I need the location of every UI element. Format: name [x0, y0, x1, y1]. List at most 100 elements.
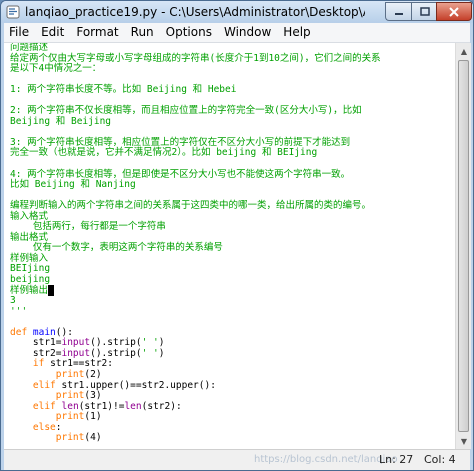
code-token: 4: 两个字符串长度相等，但是即使是不区分大小写也不能使这两个字符串一致。: [10, 168, 351, 180]
maximize-button[interactable]: [411, 2, 437, 21]
scroll-up-button[interactable]: ▲: [457, 43, 471, 59]
minimize-icon: [395, 12, 403, 15]
scroll-down-button[interactable]: ▼: [457, 433, 471, 449]
maximize-icon: [419, 7, 430, 16]
code-token: 2: 两个字符串不仅长度相等，而且相应位置上的字符完全一致(区分大小写)，比如: [10, 105, 362, 117]
code-token: (1): [84, 411, 102, 423]
code-token: len: [61, 400, 79, 412]
code-token: 包括两行，每行都是一个字符串: [10, 221, 166, 233]
menu-format[interactable]: Format: [71, 23, 123, 42]
menu-help[interactable]: Help: [278, 23, 315, 42]
code-token: (2): [84, 368, 102, 380]
code-token: 仅有一个数字，表明这两个字符串的关系编号: [10, 242, 223, 254]
code-token: 3: [10, 295, 16, 307]
code-token: ().strip(: [90, 347, 142, 359]
code-line: 完全一致（也就是说，它并不满足情况2）。比如 beijing 和 BEIjing: [10, 148, 450, 159]
idle-window: lanqiao_practice19.py - C:\Users\Adminis…: [0, 0, 474, 471]
menu-file[interactable]: File: [4, 23, 34, 42]
code-line: 仅有一个数字，表明这两个字符串的关系编号: [10, 243, 450, 254]
code-token: (4): [84, 432, 102, 444]
code-token: str1==str2:: [44, 358, 113, 370]
code-token: BEIjing: [10, 263, 51, 275]
code-token: ().strip(: [90, 337, 142, 349]
code-line: 比如 Beijing 和 Nanjing: [10, 179, 450, 191]
code-token: 问题描述: [10, 43, 49, 53]
text-cursor: [48, 284, 54, 296]
code-line: BEIjing: [10, 264, 450, 275]
code-editor[interactable]: 问题描述 给定两个仅由大写字母或小写字母组成的字符串(长度介于1到10之间)，它们…: [4, 43, 455, 449]
code-line: Beijing 和 Beijing: [10, 115, 450, 128]
code-line: 是以下4中情况之一：: [10, 63, 450, 75]
minimize-button[interactable]: [385, 2, 412, 21]
code-token: (str2):: [141, 400, 182, 412]
code-token: def: [10, 326, 33, 338]
code-token: else: [32, 421, 56, 433]
code-token: input: [61, 337, 91, 349]
code-line: print(4): [10, 432, 450, 444]
code-token: print: [55, 411, 85, 423]
code-line: 编程判断输入的两个字符串之间的关系属于这四类中的哪一类，给出所属的类的编号。: [10, 200, 450, 212]
code-token: len: [124, 400, 142, 412]
code-line: 1: 两个字符串长度不等。比如 Beijing 和 Hebei: [10, 84, 450, 96]
code-token: ' ': [141, 347, 159, 359]
code-line: print(1): [10, 411, 450, 423]
code-token: print: [55, 432, 85, 444]
code-token: ): [158, 337, 165, 349]
arrow-up-icon: ▲: [460, 46, 468, 56]
code-token: input: [61, 347, 91, 359]
close-icon: [449, 6, 459, 17]
code-token: print: [55, 368, 85, 380]
code-token: elif: [32, 400, 56, 412]
arrow-down-icon: ▼: [460, 436, 468, 446]
code-token: str1=: [10, 337, 62, 349]
code-token: 编程判断输入的两个字符串之间的关系属于这四类中的哪一类，给出所属的类的编号。: [10, 200, 372, 212]
menu-run[interactable]: Run: [126, 23, 159, 42]
code-token: beijing: [10, 274, 51, 286]
menu-window[interactable]: Window: [219, 23, 276, 42]
code-token: ():: [55, 326, 73, 338]
code-token: str2=: [10, 347, 62, 359]
code-token: 1: 两个字符串长度不等。比如 Beijing 和 Hebei: [10, 84, 237, 96]
code-line: 样例输入: [10, 252, 450, 265]
vertical-scrollbar[interactable]: ▲ ▼: [455, 43, 471, 449]
code-token: :: [55, 421, 62, 433]
python-icon: [6, 5, 20, 19]
code-token: 给定两个仅由大写字母或小写字母组成的字符串(长度介于1到10之间)，它们之间的关…: [10, 52, 381, 64]
code-token: 比如 Beijing 和 Nanjing: [10, 179, 136, 191]
code-token: 完全一致（也就是说，它并不满足情况2）。比如 beijing 和 BEIjing: [10, 147, 318, 159]
code-token: Beijing 和 Beijing: [10, 115, 112, 127]
code-line: 3: [10, 295, 450, 307]
code-token: ): [158, 347, 165, 359]
code-line: ''': [10, 305, 450, 318]
line-number: Ln: 27: [379, 453, 414, 466]
code-line: beijing: [10, 274, 450, 286]
watermark: https://blog.csdn.net/lanqiao: [254, 454, 398, 465]
code-token: str1.upper()==str2.upper():: [55, 379, 216, 391]
title-bar[interactable]: lanqiao_practice19.py - C:\Users\Adminis…: [1, 1, 473, 23]
code-token: (str1)!=: [78, 400, 125, 412]
code-token: print: [55, 390, 85, 402]
menu-options[interactable]: Options: [161, 23, 217, 42]
code-token: ''': [10, 305, 28, 317]
scrollbar-thumb[interactable]: [458, 60, 469, 432]
menu-bar: File Edit Format Run Options Window Help: [4, 23, 470, 43]
code-text: 问题描述 给定两个仅由大写字母或小写字母组成的字符串(长度介于1到10之间)，它们…: [10, 43, 450, 449]
code-token: main: [32, 326, 56, 338]
code-token: ' ': [141, 337, 159, 349]
close-button[interactable]: [436, 2, 472, 21]
code-token: 样例输入: [10, 252, 49, 264]
code-token: 样例输出: [10, 284, 49, 296]
code-token: if: [32, 358, 45, 370]
code-line: 包括两行，每行都是一个字符串: [10, 222, 450, 233]
status-bar: https://blog.csdn.net/lanqiao Ln: 27 Col…: [4, 449, 470, 470]
code-line: 样例输出: [10, 284, 450, 297]
menu-edit[interactable]: Edit: [36, 23, 69, 42]
